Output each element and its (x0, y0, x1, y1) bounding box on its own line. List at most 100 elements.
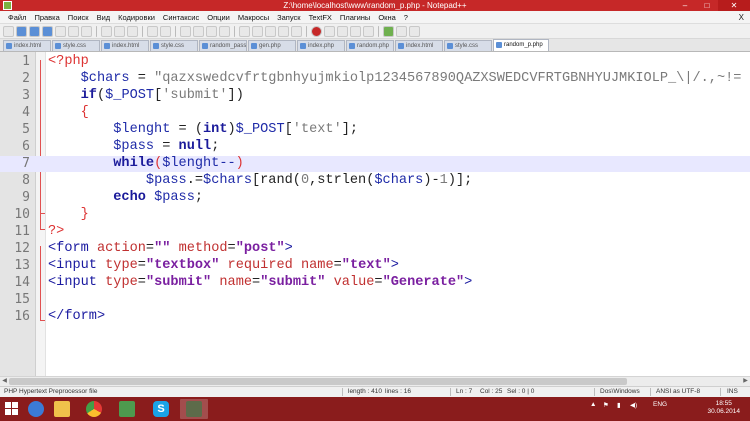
menu-syntax[interactable]: Синтаксис (159, 13, 203, 22)
clock[interactable]: 18:55 30.06.2014 (707, 400, 740, 416)
code-line[interactable]: 13 <input type="textbox" required name="… (0, 258, 750, 274)
copy-icon[interactable] (114, 25, 125, 37)
replace-icon[interactable] (193, 25, 204, 37)
open-file-icon[interactable] (16, 25, 27, 37)
code-line[interactable]: 9 echo $pass; (0, 190, 750, 206)
code-text: ?> (48, 224, 65, 239)
close-all-icon[interactable] (68, 25, 79, 37)
doc-map-icon[interactable] (409, 25, 420, 37)
line-number: 5 (22, 122, 30, 137)
tab-index-html[interactable]: index.html (101, 40, 149, 51)
stop-macro-icon[interactable] (324, 25, 335, 37)
tab-random-php[interactable]: random.php (346, 40, 394, 51)
menu-file[interactable]: Файл (4, 13, 30, 22)
code-line[interactable]: 3 if($_POST['submit']) (0, 88, 750, 104)
cut-icon[interactable] (101, 25, 112, 37)
tab-index-html[interactable]: index.html (3, 40, 51, 51)
tab-index-html[interactable]: index.html (395, 40, 443, 51)
close-doc-icon[interactable]: X (739, 13, 744, 22)
flag-icon[interactable]: ⚑ (603, 401, 609, 409)
tab-style-css[interactable]: style.css (444, 40, 492, 51)
minimize-button[interactable]: – (674, 0, 696, 11)
code-line[interactable]: 10 } (0, 207, 750, 223)
line-number: 10 (14, 207, 30, 222)
save-macro-icon[interactable] (363, 25, 374, 37)
windows-start-icon[interactable] (5, 402, 19, 416)
tab-index-php[interactable]: index.php (297, 40, 345, 51)
code-line[interactable]: 12 <form action="" method="post"> (0, 241, 750, 257)
ie-taskbar-button[interactable] (22, 399, 50, 419)
zoom-out-icon[interactable] (219, 25, 230, 37)
volume-icon[interactable]: ◀) (630, 401, 637, 409)
code-line[interactable]: 4 { (0, 105, 750, 121)
horizontal-scrollbar[interactable]: ◀ ▶ (0, 376, 750, 386)
menu-edit[interactable]: Правка (30, 13, 63, 22)
code-text: echo $pass; (113, 190, 204, 205)
menu-encoding[interactable]: Кодировки (114, 13, 159, 22)
code-line[interactable]: 14 <input type="submit" name="submit" va… (0, 275, 750, 291)
tab-style-css[interactable]: style.css (150, 40, 198, 51)
maximize-button[interactable]: □ (696, 0, 718, 11)
skype-taskbar-button[interactable]: S (147, 399, 175, 419)
code-line[interactable]: 8 $pass.=$chars[rand(0,strlen($chars)-1)… (0, 173, 750, 189)
tray-arrow-icon[interactable]: ▲ (590, 401, 596, 408)
indent-guide-icon[interactable] (291, 25, 302, 37)
code-line[interactable]: 15 (0, 292, 750, 308)
play-macro-icon[interactable] (337, 25, 348, 37)
menu-run[interactable]: Запуск (273, 13, 304, 22)
code-line[interactable]: 5 $lenght = (int)$_POST['text']; (0, 122, 750, 138)
tab-gen-php[interactable]: gen.php (248, 40, 296, 51)
menu-macros[interactable]: Макросы (234, 13, 273, 22)
status-separator (650, 388, 651, 396)
code-text: $chars = "qazxswedcvfrtgbnhyujmkiolp1234… (80, 71, 742, 86)
menu-view[interactable]: Вид (93, 13, 115, 22)
play-multiple-icon[interactable] (350, 25, 361, 37)
print-icon[interactable] (81, 25, 92, 37)
close-button[interactable]: ✕ (718, 0, 750, 11)
code-line[interactable]: 2 $chars = "qazxswedcvfrtgbnhyujmkiolp12… (0, 71, 750, 87)
run-icon[interactable] (383, 25, 394, 37)
keyboard-language[interactable]: ENG (653, 401, 667, 408)
code-line[interactable]: 1 <?php (0, 54, 750, 70)
notepadpp-taskbar-button[interactable] (180, 399, 208, 419)
code-line[interactable]: 16 </form> (0, 309, 750, 325)
code-text: { (80, 105, 89, 120)
menu-options[interactable]: Опции (203, 13, 234, 22)
current-code-line[interactable]: 7 while($lenght--) (0, 156, 750, 172)
show-all-chars-icon[interactable] (278, 25, 289, 37)
save-all-icon[interactable] (42, 25, 53, 37)
tab-style-css[interactable]: style.css (52, 40, 100, 51)
record-macro-icon[interactable] (311, 25, 322, 37)
new-file-icon[interactable] (3, 25, 14, 37)
chrome-taskbar-button[interactable] (80, 399, 108, 419)
close-file-icon[interactable] (55, 25, 66, 37)
code-line[interactable]: 6 $pass = null; (0, 139, 750, 155)
photos-taskbar-button[interactable] (113, 399, 141, 419)
tab-random-pass[interactable]: random_pass.php (199, 40, 247, 51)
code-editor[interactable]: 1 <?php 2 $chars = "qazxswedcvfrtgbnhyuj… (0, 52, 750, 376)
tab-random-p-php[interactable]: random_p.php (493, 39, 549, 51)
menu-windows[interactable]: Окна (374, 13, 399, 22)
network-icon[interactable]: ▮ (617, 401, 621, 409)
explorer-taskbar-button[interactable] (48, 399, 76, 419)
save-icon[interactable] (29, 25, 40, 37)
word-wrap-icon[interactable] (265, 25, 276, 37)
toolbar-separator (96, 25, 97, 37)
scroll-right-icon[interactable]: ▶ (741, 377, 750, 386)
sync-horizontal-icon[interactable] (252, 25, 263, 37)
zoom-in-icon[interactable] (206, 25, 217, 37)
menu-textfx[interactable]: TextFX (305, 13, 336, 22)
spell-check-icon[interactable] (396, 25, 407, 37)
menu-bar: Файл Правка Поиск Вид Кодировки Синтакси… (0, 11, 750, 24)
sync-vertical-icon[interactable] (239, 25, 250, 37)
scrollbar-thumb[interactable] (9, 378, 627, 385)
undo-icon[interactable] (147, 25, 158, 37)
menu-help[interactable]: ? (400, 13, 412, 22)
paste-icon[interactable] (127, 25, 138, 37)
menu-plugins[interactable]: Плагины (336, 13, 374, 22)
find-icon[interactable] (180, 25, 191, 37)
redo-icon[interactable] (160, 25, 171, 37)
menu-search[interactable]: Поиск (64, 13, 93, 22)
scroll-left-icon[interactable]: ◀ (0, 377, 9, 386)
code-line[interactable]: 11 ?> (0, 224, 750, 240)
